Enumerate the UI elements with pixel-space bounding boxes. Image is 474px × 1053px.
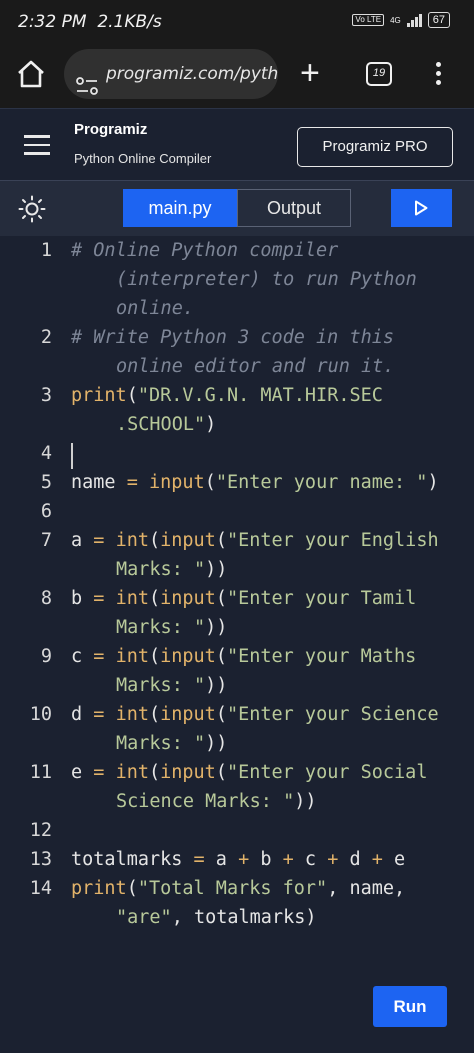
code-line: totalmarks = a + b + c + d + e [71,849,406,870]
text-cursor [71,443,73,469]
code-line: .SCHOOL") [116,414,217,435]
new-tab-icon[interactable]: + [300,54,320,92]
code-line: Marks: ")) [116,617,228,638]
code-line: (interpreter) to run Python [116,269,417,290]
status-indicators: Vo LTE 4G 67 [352,12,450,28]
page-subtitle: Python Online Compiler [74,151,212,166]
line-number: 3 [40,385,52,406]
code-line: "are", totalmarks) [116,907,317,928]
line-number: 9 [40,646,52,667]
code-line: Marks: ")) [116,733,228,754]
programiz-pro-button[interactable]: Programiz PRO [297,127,453,167]
programiz-logo[interactable]: Programiz [74,121,147,138]
code-line: print("DR.V.G.N. MAT.HIR.SEC [71,385,383,406]
code-editor[interactable]: 1 2 3 4 5 6 7 8 9 10 11 12 13 14 # Online Python comp… [0,236,474,1053]
line-number: 14 [29,878,52,899]
line-number: 1 [40,240,52,261]
code-line: d = int(input("Enter your Science [71,704,439,725]
code-line: name = input("Enter your name: ") [71,472,439,493]
line-number: 11 [29,762,52,783]
line-number: 12 [29,820,52,841]
run-button[interactable]: Run [373,986,447,1027]
volte-badge: Vo LTE [352,14,385,26]
code-line: online editor and run it. [116,356,395,377]
signal-icon [406,13,422,27]
line-number: 8 [40,588,52,609]
tab-output[interactable]: Output [237,189,351,227]
code-line: Marks: ")) [116,675,228,696]
url-text: programiz.com/python-p [106,64,278,84]
line-number: 10 [29,704,52,725]
code-line: c = int(input("Enter your Maths [71,646,417,667]
home-icon[interactable] [16,60,46,93]
battery-icon: 67 [427,12,450,28]
theme-sun-icon[interactable] [18,195,46,228]
site-settings-icon[interactable] [76,65,98,99]
run-toolbar-button[interactable] [391,189,452,227]
site-header: Programiz Python Online Compiler Program… [0,108,474,180]
address-bar[interactable]: programiz.com/python-p [64,49,278,99]
editor-toolbar: main.py Output [0,180,474,236]
code-line: print("Total Marks for", name, [71,878,406,899]
play-icon [415,200,428,216]
status-time: 2:32 PM 2.1KB/s [18,12,162,32]
status-bar: 2:32 PM 2.1KB/s Vo LTE 4G 67 [0,0,474,44]
line-number: 13 [29,849,52,870]
code-line: # Online Python compiler [71,240,339,261]
tab-switcher-icon[interactable]: 19 [366,62,392,86]
browser-toolbar: programiz.com/python-p + 19 [0,44,474,108]
code-line: Science Marks: ")) [116,791,317,812]
tab-main-py[interactable]: main.py [123,189,237,227]
code-line: Marks: ")) [116,559,228,580]
line-number: 6 [40,501,52,522]
line-number: 4 [40,443,52,464]
code-line: online. [116,298,194,319]
code-line: # Write Python 3 code in this [71,327,395,348]
code-line: b = int(input("Enter your Tamil [71,588,417,609]
line-number: 2 [40,327,52,348]
more-menu-icon[interactable] [434,62,442,89]
line-number: 7 [40,530,52,551]
network-type: 4G [390,15,401,25]
code-line: e = int(input("Enter your Social [71,762,428,783]
code-line: a = int(input("Enter your English [71,530,439,551]
hamburger-icon[interactable] [24,135,50,161]
line-number: 5 [40,472,52,493]
